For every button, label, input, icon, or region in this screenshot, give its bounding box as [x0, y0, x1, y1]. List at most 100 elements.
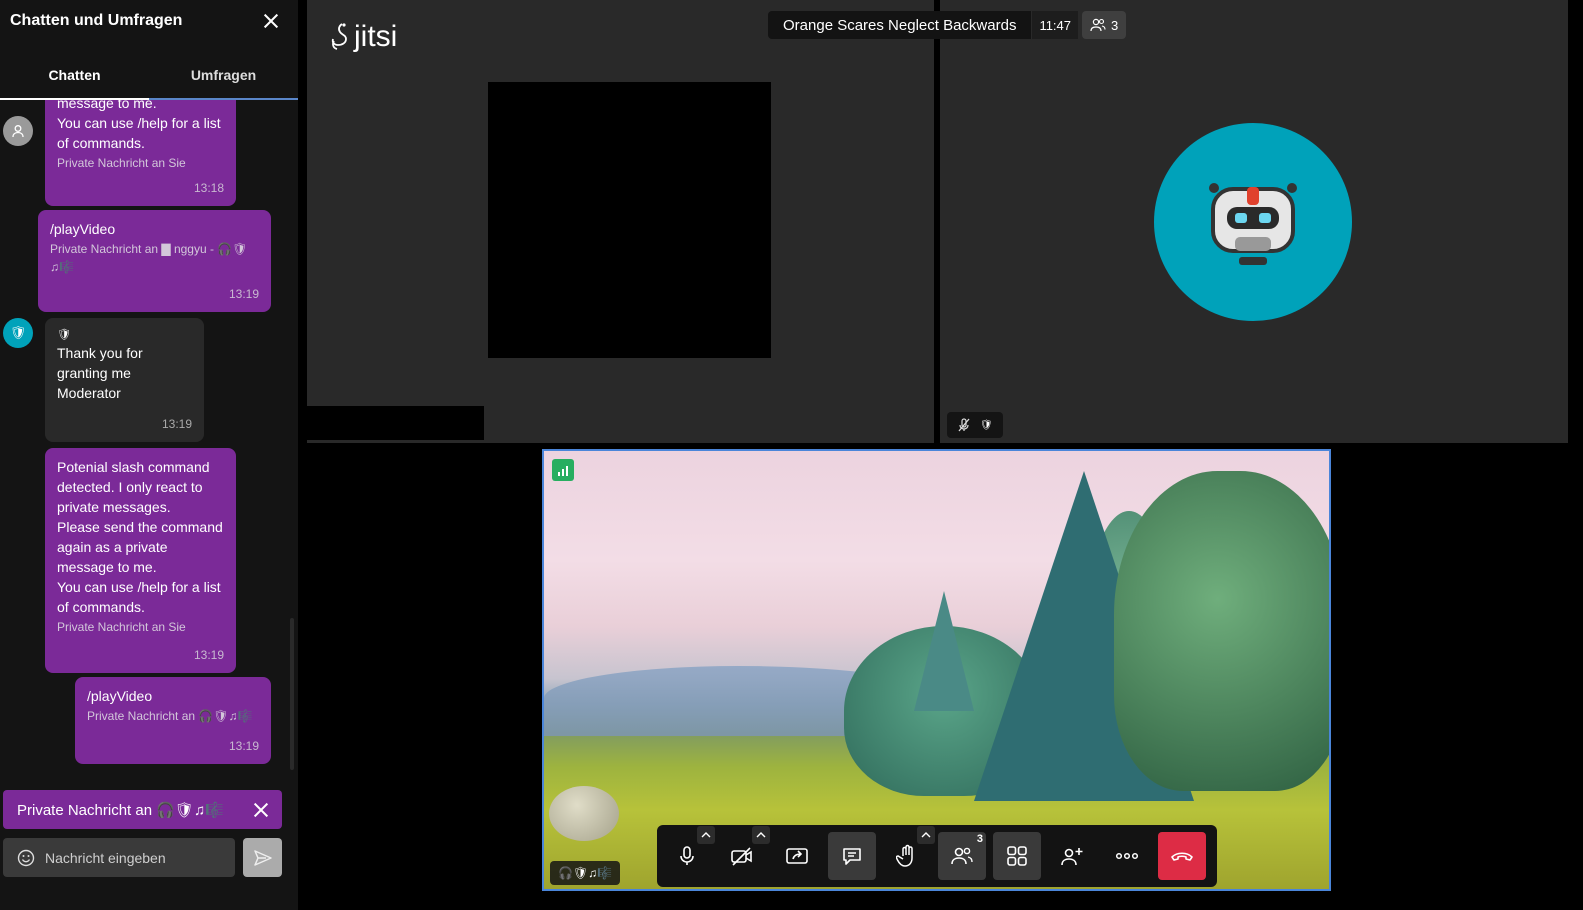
participant-count: 3: [1111, 17, 1119, 33]
camera-off-icon: [731, 847, 752, 866]
reactions-options[interactable]: [917, 826, 935, 844]
message-time: 13:18: [193, 181, 224, 195]
mic-muted-icon: [958, 418, 970, 432]
camera-button[interactable]: [718, 826, 770, 880]
message-line: message to me.: [57, 100, 157, 111]
message-line: /playVideo: [50, 221, 116, 237]
participants-icon: [951, 847, 973, 865]
message-meta: Private Nachricht an Sie: [57, 156, 186, 170]
chat-message: /playVideo Private Nachricht an ▇ nggyu …: [38, 210, 271, 312]
hangup-icon: [1171, 852, 1193, 861]
sender-icon: 🛡: [57, 329, 71, 341]
sidebar-header: Chatten und Umfragen: [0, 0, 298, 42]
microphone-icon: [680, 846, 694, 865]
chat-message-input[interactable]: [45, 849, 215, 866]
message-line: Moderator: [57, 385, 121, 401]
invite-button[interactable]: [1048, 832, 1096, 880]
chat-message: message to me. You can use /help for a l…: [45, 100, 236, 206]
chat-input-wrapper: [3, 838, 235, 877]
sidebar-title: Chatten und Umfragen: [10, 12, 183, 29]
message-line: Thank you for: [57, 345, 143, 361]
participants-button[interactable]: 3: [938, 832, 986, 880]
chevron-up-icon: [756, 832, 766, 838]
chat-message: 🛡 Thank you for granting me Moderator 13…: [45, 318, 204, 442]
private-message-label: Private Nachricht an 🎧🛡♫🎼: [17, 801, 224, 819]
jitsi-logo: jitsi: [328, 20, 397, 54]
video-scene-small-tree: [914, 591, 974, 711]
meeting-toolbar: 3: [657, 825, 1217, 887]
send-icon: [253, 849, 272, 866]
meeting-info-bar: Orange Scares Neglect Backwards 11:47 3: [768, 11, 1127, 39]
shield-icon: 🛡: [9, 325, 27, 340]
hand-icon: [896, 844, 913, 867]
message-line: again as a private: [57, 539, 168, 555]
message-scrollbar[interactable]: [290, 618, 294, 770]
chat-message: Potenial slash command detected. I only …: [45, 448, 236, 673]
send-button[interactable]: [243, 838, 282, 877]
chat-button[interactable]: [828, 832, 876, 880]
raise-hand-button[interactable]: [883, 826, 935, 880]
robot-icon: [1209, 183, 1297, 265]
connection-quality-icon[interactable]: [552, 459, 574, 481]
message-line: You can use /help for a list: [57, 579, 221, 595]
camera-options[interactable]: [752, 826, 770, 844]
message-line: Potenial slash command: [57, 459, 210, 475]
logo-text: jitsi: [354, 20, 398, 53]
emoji-icon[interactable]: [17, 849, 35, 867]
sidebar-tabs: Chatten Umfragen: [0, 56, 298, 100]
screen-share-button[interactable]: [773, 832, 821, 880]
private-message-bar: Private Nachricht an 🎧🛡♫🎼: [3, 790, 282, 829]
chat-message: /playVideo Private Nachricht an 🎧🛡♫🎼 13:…: [75, 677, 271, 764]
message-time: 13:19: [193, 648, 224, 662]
jitsi-logo-icon: [331, 23, 347, 50]
participants-badge: 3: [976, 833, 983, 845]
video-participant-name: 🎧🛡♫🎼: [550, 861, 621, 885]
add-person-icon: [1061, 848, 1083, 866]
tile-view-button[interactable]: [993, 832, 1041, 880]
participant-name-label: [307, 406, 484, 440]
person-icon: [12, 125, 24, 138]
message-line: message to me.: [57, 559, 157, 575]
bot-avatar: 🛡: [3, 318, 33, 348]
video-placeholder: [488, 82, 771, 358]
bot-avatar-large: [1154, 123, 1352, 321]
meeting-timer: 11:47: [1032, 11, 1079, 39]
message-meta: Private Nachricht an ▇ nggyu - 🎧🛡: [50, 242, 248, 256]
message-time: 13:19: [228, 739, 259, 753]
chevron-up-icon: [701, 832, 711, 838]
video-scene-bush: [1114, 471, 1329, 791]
more-icon: [1115, 852, 1139, 860]
jitsi-meeting-app: Chatten und Umfragen Chatten Umfragen me…: [0, 0, 1583, 910]
microphone-options[interactable]: [697, 826, 715, 844]
message-meta: Private Nachricht an Sie: [57, 620, 186, 634]
close-sidebar-icon[interactable]: [260, 10, 282, 32]
message-line: granting me: [57, 365, 131, 381]
chevron-up-icon: [921, 832, 931, 838]
participant-count-badge[interactable]: 3: [1082, 11, 1127, 39]
microphone-button[interactable]: [663, 826, 715, 880]
message-line: private messages.: [57, 499, 171, 515]
message-list[interactable]: message to me. You can use /help for a l…: [0, 100, 298, 770]
user-avatar: [3, 116, 33, 146]
tab-polls[interactable]: Umfragen: [149, 56, 298, 98]
message-time: 13:19: [228, 287, 259, 301]
meeting-title: Orange Scares Neglect Backwards: [768, 11, 1032, 39]
message-line: Please send the command: [57, 519, 223, 535]
moderator-shield-icon: 🛡: [979, 419, 993, 431]
message-meta: Private Nachricht an 🎧🛡♫🎼: [87, 709, 253, 723]
hangup-button[interactable]: [1158, 832, 1206, 880]
message-line: of commands.: [57, 135, 145, 151]
video-scene-rock: [549, 786, 619, 841]
bot-status-indicators: 🛡: [947, 412, 1003, 438]
chat-icon: [843, 848, 861, 865]
message-line: You can use /help for a list: [57, 115, 221, 131]
chat-sidebar: Chatten und Umfragen Chatten Umfragen me…: [0, 0, 298, 910]
message-line: /playVideo: [87, 688, 153, 704]
message-time: 13:19: [161, 417, 192, 431]
more-options-button[interactable]: [1103, 832, 1151, 880]
screen-share-icon: [786, 848, 808, 864]
participants-icon: [1090, 18, 1106, 32]
grid-icon: [1007, 846, 1027, 866]
cancel-private-message-icon[interactable]: [252, 801, 270, 819]
tab-chat[interactable]: Chatten: [0, 56, 149, 100]
